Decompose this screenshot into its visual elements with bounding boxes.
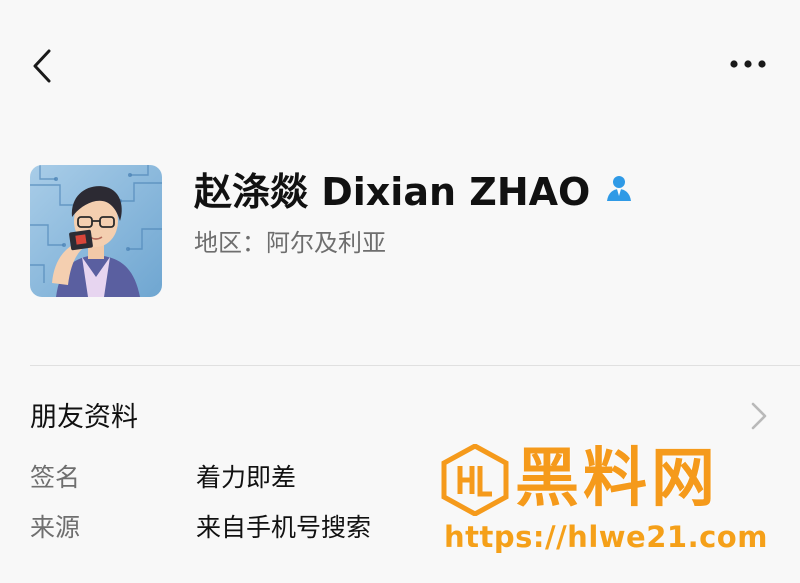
region-text: 地区：阿尔及利亚 <box>194 229 386 257</box>
watermark-brand: 黑料网 <box>515 442 719 516</box>
friend-info-row[interactable]: 朋友资料 <box>0 385 800 445</box>
avatar-illustration <box>30 165 162 297</box>
profile-screen: 赵涤燚 Dixian ZHAO 地区：阿尔及利亚 朋友资料 签名 着力即差 来源… <box>0 0 800 583</box>
top-bar <box>0 0 800 120</box>
back-button[interactable] <box>22 44 62 88</box>
divider <box>30 365 800 366</box>
chevron-right-icon <box>751 402 767 430</box>
section-title: 朋友资料 <box>30 402 138 433</box>
watermark-logo-icon <box>441 444 509 516</box>
watermark-url: https://hlwe21.com <box>444 520 768 554</box>
source-value: 来自手机号搜索 <box>196 513 372 542</box>
signature-label: 签名 <box>30 463 81 492</box>
chevron-left-icon <box>33 49 51 83</box>
more-button[interactable] <box>720 46 776 82</box>
source-label: 来源 <box>30 513 81 542</box>
signature-value: 着力即差 <box>196 463 297 492</box>
avatar[interactable] <box>30 165 162 297</box>
profile-name: 赵涤燚 Dixian ZHAO <box>194 169 591 214</box>
name-row: 赵涤燚 Dixian ZHAO <box>194 160 634 216</box>
watermark: 黑料网 https://hlwe21.com <box>440 440 790 560</box>
person-verified-icon <box>607 176 632 201</box>
more-horizontal-icon <box>730 60 766 68</box>
